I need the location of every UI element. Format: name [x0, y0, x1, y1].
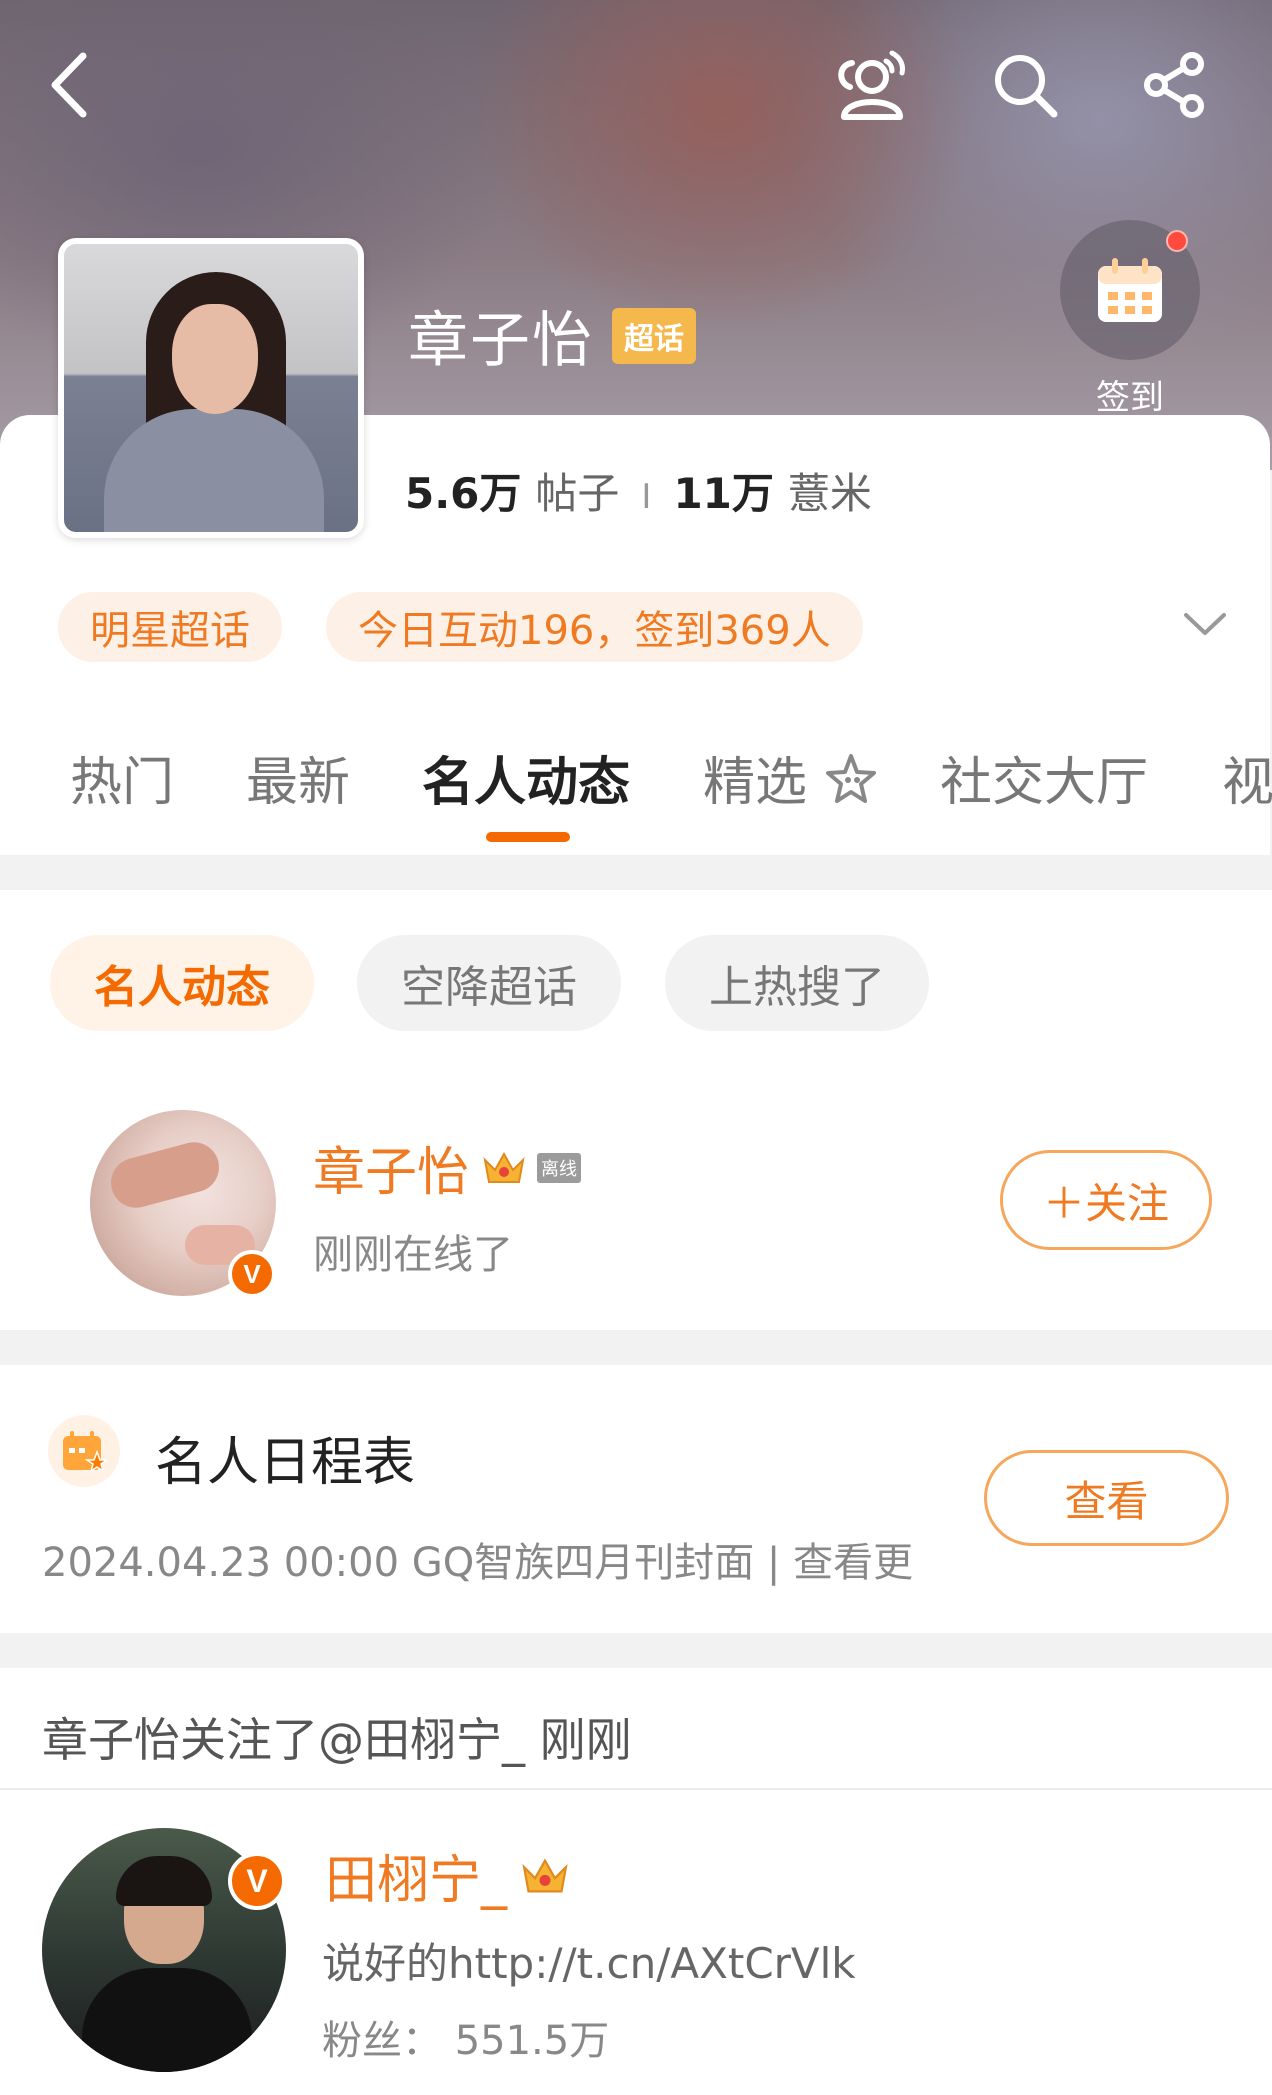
- online-status-text: 刚刚在线了: [313, 1232, 513, 1278]
- status-badge: 离线: [537, 1152, 582, 1183]
- checkin-circle: [1060, 220, 1200, 360]
- divider: [0, 1788, 1272, 1790]
- tab-featured-label: 精选: [703, 753, 808, 813]
- filter-airdrop-topic[interactable]: 空降超话: [357, 935, 621, 1031]
- category-chip[interactable]: 明星超话: [58, 592, 282, 662]
- follow-activity-section: 章子怡关注了@田栩宁_ 刚刚 田栩宁_ 说好的http://t.cn/AXtCr…: [0, 1668, 1272, 2095]
- crown-icon: [522, 1857, 568, 1892]
- fans-label: 薏米: [787, 469, 872, 518]
- active-tab-indicator: [486, 832, 570, 842]
- back-arrow-icon: [51, 52, 87, 118]
- verified-icon: V: [228, 1852, 286, 1910]
- verified-icon: V: [228, 1250, 276, 1298]
- user-fans-count: 粉丝： 551.5万: [322, 2018, 610, 2064]
- calendar-icon: [1098, 258, 1162, 322]
- cover-face-shape: [172, 304, 258, 414]
- chevron-down-icon[interactable]: [1180, 605, 1230, 645]
- share-icon: [1144, 52, 1204, 118]
- view-schedule-button[interactable]: 查看: [984, 1450, 1229, 1546]
- schedule-calendar-icon: [48, 1415, 120, 1487]
- super-topic-badge: 超话: [612, 307, 696, 364]
- tab-featured[interactable]: 精选: [703, 740, 878, 815]
- today-activity-chip[interactable]: 今日互动196，签到369人: [326, 592, 863, 662]
- page-title: 章子怡: [408, 306, 594, 376]
- star-icon: [825, 754, 876, 803]
- friends-icon: [838, 50, 905, 120]
- filter-trending[interactable]: 上热搜了: [665, 935, 929, 1031]
- user-name-row: 田栩宁_: [325, 1838, 571, 1913]
- posts-count: 5.6万: [405, 469, 522, 518]
- search-button[interactable]: [980, 40, 1070, 130]
- user-description[interactable]: 说好的http://t.cn/AXtCrVlk: [322, 1930, 856, 1991]
- top-bar: [0, 40, 1272, 130]
- topic-title-row: 章子怡 超话: [408, 292, 696, 379]
- tab-latest[interactable]: 最新: [246, 740, 350, 815]
- follow-button[interactable]: ＋关注: [1000, 1150, 1212, 1250]
- tab-social-hall[interactable]: 社交大厅: [940, 740, 1148, 815]
- tab-hot[interactable]: 热门: [70, 740, 174, 815]
- user-name[interactable]: 田栩宁_: [325, 1838, 507, 1913]
- stats-separator: I: [641, 477, 652, 517]
- avatar-hair-shape: [116, 1856, 212, 1906]
- checkin-label: 签到: [1096, 378, 1164, 418]
- topic-stats: 5.6万 帖子 I 11万 薏米: [405, 460, 872, 521]
- activity-headline[interactable]: 章子怡关注了@田栩宁_ 刚刚: [42, 1704, 632, 1770]
- celebrity-name-row: 章子怡 离线: [313, 1130, 582, 1205]
- schedule-title: 名人日程表: [155, 1433, 416, 1493]
- share-button[interactable]: [1130, 40, 1220, 130]
- celebrity-section: 名人动态 空降超话 上热搜了 V 章子怡 离线 刚刚在线了 ＋关注: [0, 890, 1272, 1330]
- search-icon: [995, 55, 1058, 118]
- tab-bar: 热门 最新 名人动态 精选 社交大厅 视: [0, 740, 1272, 850]
- schedule-info[interactable]: 2024.04.23 00:00 GQ智族四月刊封面 | 查看更: [42, 1530, 913, 1588]
- schedule-section: 名人日程表 2024.04.23 00:00 GQ智族四月刊封面 | 查看更 查…: [0, 1365, 1272, 1633]
- friends-button[interactable]: [825, 40, 915, 130]
- checkin-button[interactable]: 签到: [1060, 220, 1200, 418]
- notification-dot: [1166, 230, 1188, 252]
- tab-video[interactable]: 视: [1222, 740, 1272, 815]
- back-button[interactable]: [25, 40, 115, 130]
- crown-icon: [483, 1151, 525, 1183]
- filter-celebrity-updates[interactable]: 名人动态: [50, 935, 314, 1031]
- topic-cover-image[interactable]: [58, 238, 364, 538]
- posts-label: 帖子: [535, 469, 620, 518]
- fans-count: 11万: [673, 469, 774, 518]
- cover-shirt-shape: [104, 409, 324, 532]
- tab-celebrity-updates[interactable]: 名人动态: [422, 740, 630, 815]
- avatar-body-shape: [82, 1968, 252, 2072]
- celebrity-name[interactable]: 章子怡: [313, 1130, 469, 1205]
- avatar-hand-shape: [105, 1136, 225, 1214]
